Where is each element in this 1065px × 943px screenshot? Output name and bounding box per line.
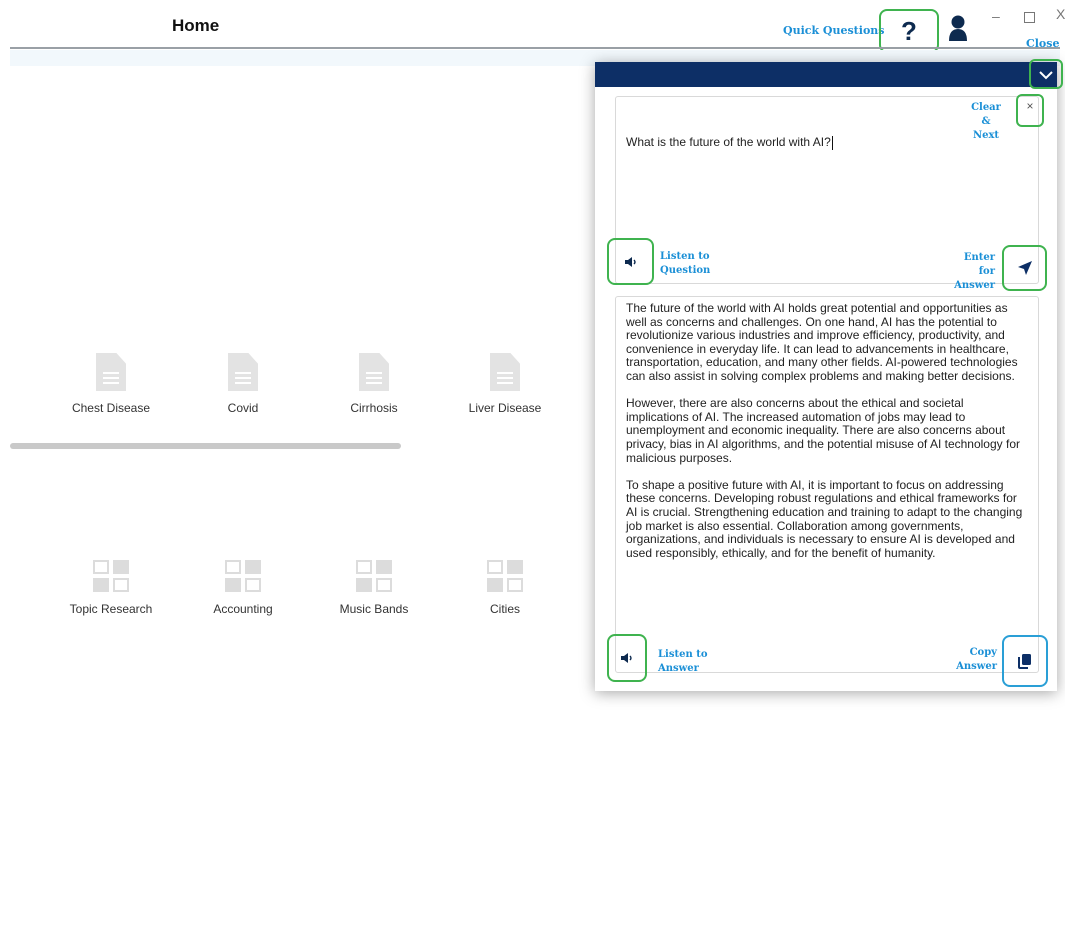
page-title: Home <box>172 16 220 35</box>
tile-label: Music Bands <box>339 602 409 616</box>
answer-paragraph: However, there are also concerns about t… <box>626 396 1020 465</box>
horizontal-scrollbar[interactable] <box>10 443 401 449</box>
tile-chest-disease[interactable]: Chest Disease <box>56 353 166 415</box>
copy-button[interactable] <box>1002 635 1048 687</box>
close-icon: × <box>1026 99 1034 113</box>
chevron-down-icon[interactable] <box>1035 65 1057 85</box>
header-divider <box>10 47 1060 49</box>
speaker-icon <box>621 653 632 663</box>
grid-icon <box>225 560 261 592</box>
tile-liver-disease[interactable]: Liver Disease <box>450 353 560 415</box>
answer-paragraph: To shape a positive future with AI, it i… <box>626 477 1023 560</box>
tile-accounting[interactable]: Accounting <box>188 560 298 616</box>
listen-to-answer-link[interactable]: Listen to Answer <box>658 648 707 676</box>
answer-paragraph: The future of the world with AI holds gr… <box>626 301 1018 383</box>
answer-text: The future of the world with AI holds gr… <box>626 301 1026 574</box>
tile-label: Accounting <box>213 602 273 616</box>
document-icon <box>359 353 389 391</box>
speaker-icon <box>624 256 636 267</box>
window-close-button[interactable]: X <box>1056 6 1065 22</box>
tile-cirrhosis[interactable]: Cirrhosis <box>319 353 429 415</box>
clear-next-link[interactable]: Clear & Next <box>966 101 1006 143</box>
tile-label: Chest Disease <box>71 401 151 415</box>
copy-answer-link[interactable]: Copy Answer <box>955 646 997 674</box>
listen-to-question-link[interactable]: Listen to Question <box>660 250 710 278</box>
question-text[interactable]: What is the future of the world with AI? <box>626 135 833 150</box>
document-icon <box>96 353 126 391</box>
minimize-button[interactable]: – <box>992 8 1000 24</box>
send-icon <box>1017 261 1032 275</box>
enter-for-answer-link[interactable]: Enter for Answer <box>947 251 995 293</box>
grid-icon <box>93 560 129 592</box>
send-button[interactable] <box>1002 245 1047 291</box>
panel-header <box>595 62 1057 87</box>
tile-covid[interactable]: Covid <box>188 353 298 415</box>
listen-question-button[interactable] <box>607 238 654 285</box>
quick-questions-link[interactable]: Quick Questions <box>783 24 884 37</box>
copy-icon <box>1018 654 1031 669</box>
tile-label: Covid <box>227 401 259 415</box>
user-icon[interactable] <box>946 14 970 42</box>
tile-label: Liver Disease <box>468 401 542 415</box>
clear-button[interactable]: × <box>1016 94 1044 127</box>
tile-cities[interactable]: Cities <box>450 560 560 616</box>
listen-answer-button[interactable] <box>607 634 647 682</box>
tile-label: Cities <box>489 602 520 616</box>
tile-music-bands[interactable]: Music Bands <box>319 560 429 616</box>
tile-label: Topic Research <box>69 602 153 616</box>
tile-topic-research[interactable]: Topic Research <box>56 560 166 616</box>
document-icon <box>228 353 258 391</box>
document-icon <box>490 353 520 391</box>
grid-icon <box>487 560 523 592</box>
question-mark-icon: ? <box>901 15 917 46</box>
grid-icon <box>356 560 392 592</box>
maximize-button[interactable] <box>1024 12 1035 23</box>
tile-label: Cirrhosis <box>350 401 398 415</box>
